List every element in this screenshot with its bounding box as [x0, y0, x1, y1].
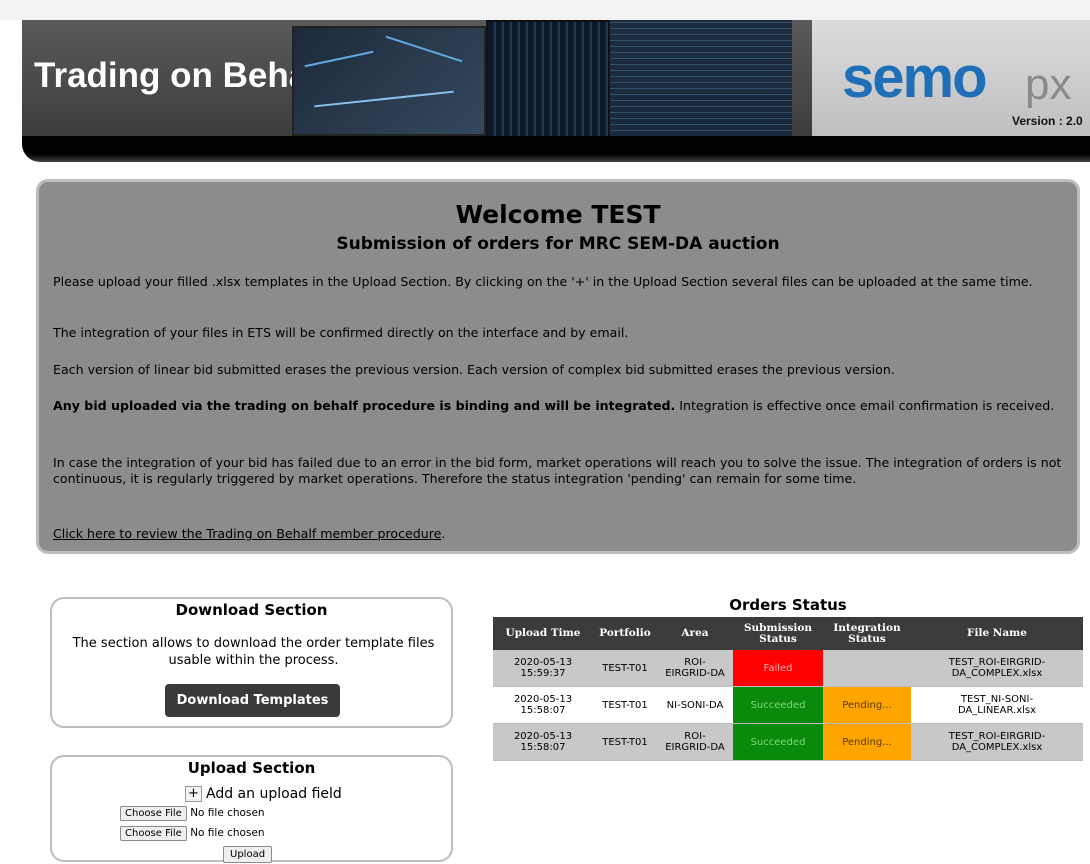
table-row: 2020-05-13 15:59:37 TEST-T01 ROI- EIRGRID-…	[493, 650, 1083, 687]
upload-section: Upload Section + Add an upload field Choo…	[50, 755, 453, 863]
banner-image	[292, 20, 812, 136]
logo-main-text: semo	[842, 45, 988, 110]
welcome-subtitle: Submission of orders for MRC SEM-DA auct…	[336, 234, 780, 254]
integration-status-cell: Pending...	[823, 723, 911, 761]
upload-time-cell: 2020-05-13 15:58:07	[493, 686, 593, 724]
download-section: Download Section The section allows to d…	[50, 597, 453, 728]
procedure-line: Click here to review the Trading on Beha…	[53, 526, 1063, 542]
add-upload-field-button[interactable]: +	[185, 786, 202, 802]
instructions-failure: In case the integration of your bid has …	[53, 455, 1062, 486]
app-title: Trading on Behalf	[34, 56, 330, 95]
file-name-cell: TEST_ROI-EIRGRID- DA_COMPLEX.xlsx	[911, 650, 1083, 687]
column-header-file-name: File Name	[911, 617, 1083, 650]
column-header-area: Area	[657, 617, 733, 650]
logo-sub-text: px	[1025, 60, 1072, 109]
area-cell: NI-SONI-DA	[657, 686, 733, 724]
file-name-cell: TEST_NI-SONI- DA_LINEAR.xlsx	[911, 686, 1083, 724]
upload-section-title: Upload Section	[187, 759, 316, 777]
file-status-1: No file chosen	[190, 807, 265, 819]
header-divider-bar	[22, 136, 1090, 162]
download-description: The section allows to download the order…	[72, 636, 435, 668]
binding-warning: Any bid uploaded via the trading on beha…	[53, 398, 676, 413]
banner-screen-grid	[486, 20, 610, 136]
semopx-logo: semo px Version : 2.0	[812, 20, 1090, 136]
file-name-cell: TEST_ROI-EIRGRID- DA_COMPLEX.xlsx	[911, 723, 1083, 761]
add-upload-field-label: Add an upload field	[206, 786, 342, 802]
instructions-binding: Any bid uploaded via the trading on beha…	[53, 398, 1063, 414]
banner-screen-chart	[292, 26, 486, 136]
top-strip	[0, 0, 1090, 20]
version-label: Version : 2.0	[1012, 114, 1083, 128]
upload-button[interactable]: Upload	[223, 846, 273, 863]
file-input-2: Choose File No file chosen	[120, 826, 265, 841]
area-cell: ROI- EIRGRID-DA	[657, 723, 733, 761]
orders-status-title: Orders Status	[729, 596, 847, 614]
integration-status-cell	[823, 650, 911, 687]
download-section-title: Download Section	[175, 601, 328, 619]
instructions-versions: Each version of linear bid submitted era…	[53, 362, 895, 377]
add-upload-field-row: + Add an upload field	[185, 786, 342, 802]
submission-status-cell: Succeeded	[733, 723, 823, 761]
column-header-integration-status: Integration Status	[823, 617, 911, 650]
portfolio-cell: TEST-T01	[593, 686, 657, 724]
portfolio-cell: TEST-T01	[593, 650, 657, 687]
submission-status-cell: Succeeded	[733, 686, 823, 724]
binding-note: Integration is effective once email conf…	[675, 398, 1055, 413]
welcome-title: Welcome TEST	[455, 200, 661, 229]
table-row: 2020-05-13 15:58:07 TEST-T01 ROI- EIRGRID-…	[493, 723, 1083, 761]
file-input-1: Choose File No file chosen	[120, 806, 265, 821]
file-status-2: No file chosen	[190, 827, 265, 839]
upload-time-cell: 2020-05-13 15:59:37	[493, 650, 593, 687]
procedure-link-suffix: .	[441, 526, 446, 541]
instructions-upload: Please upload your filled .xlsx template…	[53, 274, 1033, 289]
orders-status-table: Upload Time Portfolio Area Submission St…	[493, 617, 1083, 761]
portfolio-cell: TEST-T01	[593, 723, 657, 761]
integration-status-cell: Pending...	[823, 686, 911, 724]
table-header-row: Upload Time Portfolio Area Submission St…	[493, 617, 1083, 650]
column-header-submission-status: Submission Status	[733, 617, 823, 650]
welcome-panel: Welcome TEST Submission of orders for MR…	[36, 179, 1080, 554]
procedure-link[interactable]: Click here to review the Trading on Beha…	[53, 526, 441, 541]
instructions-integration: The integration of your files in ETS wil…	[53, 325, 629, 340]
choose-file-button-2[interactable]: Choose File	[120, 826, 187, 841]
column-header-upload-time: Upload Time	[493, 617, 593, 650]
submission-status-cell: Failed	[733, 650, 823, 687]
choose-file-button-1[interactable]: Choose File	[120, 806, 187, 821]
header-banner: Trading on Behalf semo px Version : 2.0	[22, 20, 1090, 136]
table-row: 2020-05-13 15:58:07 TEST-T01 NI-SONI-DA S…	[493, 686, 1083, 724]
download-templates-button[interactable]: Download Templates	[165, 684, 340, 717]
upload-time-cell: 2020-05-13 15:58:07	[493, 723, 593, 761]
column-header-portfolio: Portfolio	[593, 617, 657, 650]
area-cell: ROI- EIRGRID-DA	[657, 650, 733, 687]
